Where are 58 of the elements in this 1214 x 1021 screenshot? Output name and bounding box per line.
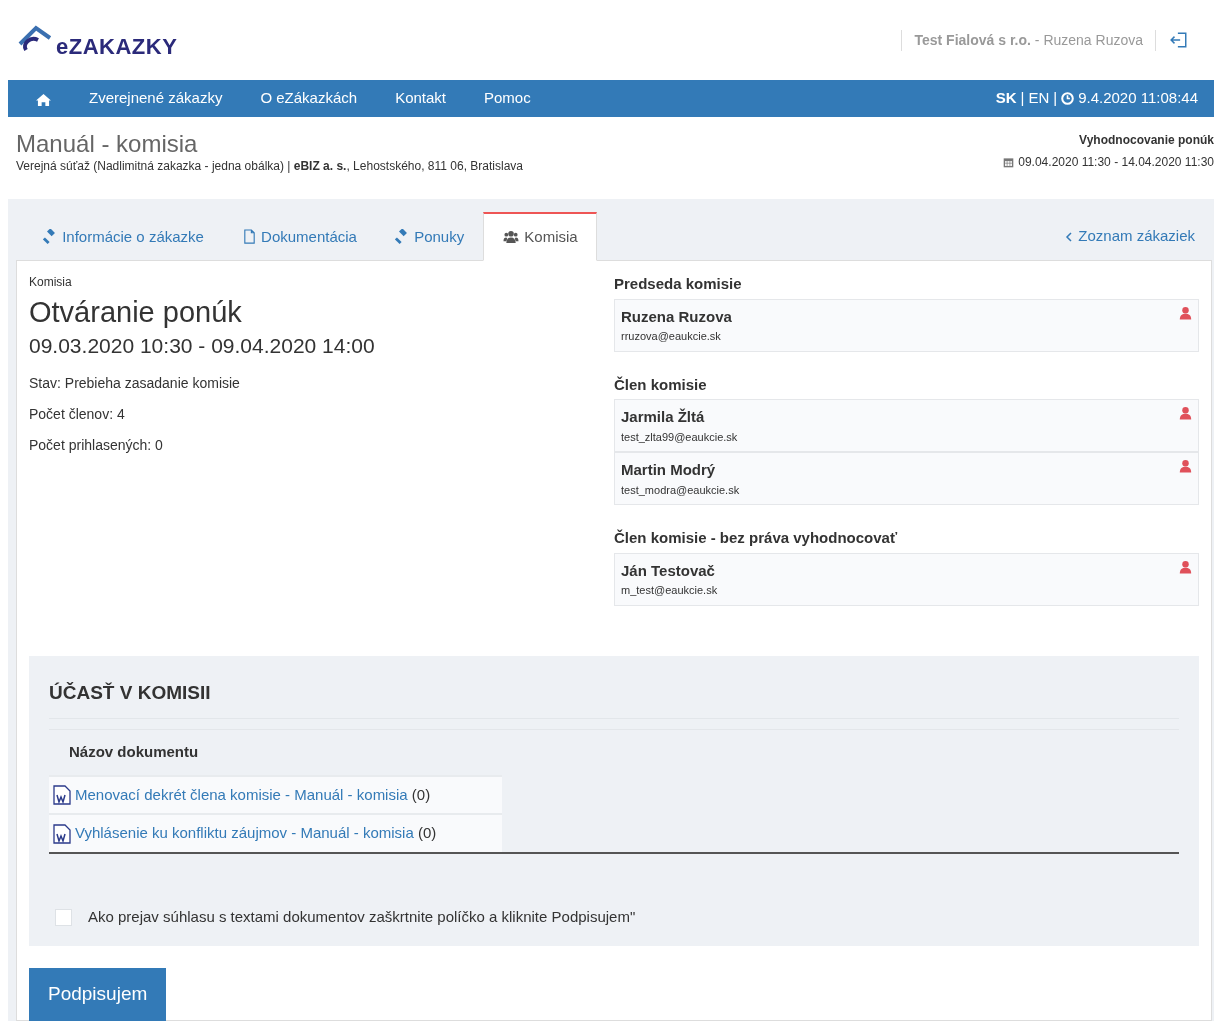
clock-time: 9.4.2020 11:08:44 bbox=[1078, 88, 1198, 109]
logout-icon[interactable] bbox=[1170, 31, 1188, 49]
person-icon bbox=[1179, 406, 1192, 420]
section-caption: Komisia bbox=[29, 274, 73, 291]
document-entry: Vyhlásenie ku konfliktu záujmov - Manuál - komisia (0) bbox=[75, 823, 437, 844]
clock-icon bbox=[1061, 92, 1075, 105]
member-name: Martin Modrý bbox=[621, 460, 716, 480]
session-dates: 09.03.2020 10:30 - 09.04.2020 14:00 bbox=[29, 332, 376, 359]
group-title: Predseda komisie bbox=[614, 274, 743, 294]
chevron-left-icon bbox=[1064, 231, 1075, 242]
calendar-icon bbox=[1003, 156, 1015, 168]
consent-checkbox[interactable] bbox=[55, 908, 72, 926]
file-icon bbox=[241, 228, 257, 244]
person-icon bbox=[1179, 559, 1192, 574]
fact-text: Stav: Prebieha zasadanie komisie bbox=[29, 374, 241, 394]
word-document-icon bbox=[53, 823, 71, 844]
person-icon bbox=[1179, 459, 1192, 473]
tab[interactable]: Dokumentácia bbox=[222, 211, 376, 261]
page-subtitle: Verejná súťaž (Nadlimitná zakazka - jedna obálka) | eBIZ a. s., Lehostského, 811 06, Bratislava bbox=[16, 158, 523, 176]
sign-button[interactable]: Podpisujem bbox=[29, 968, 167, 1021]
nav-link[interactable]: Kontakt bbox=[395, 87, 446, 110]
separator: | bbox=[1053, 88, 1058, 109]
phase-label: Vyhodnocovanie ponúk bbox=[1078, 132, 1214, 149]
group-title: Člen komisie bbox=[614, 374, 708, 395]
fact-text: Počet prihlasených: 0 bbox=[29, 436, 164, 456]
document-link[interactable]: Vyhlásenie ku konfliktu záujmov - Manuál - komisia bbox=[75, 824, 414, 842]
page-title: Manuál - komisia bbox=[16, 131, 199, 158]
fact-text: Počet členov: 4 bbox=[29, 405, 126, 425]
member-email: m_test@eaukcie.sk bbox=[621, 583, 718, 598]
word-document-icon bbox=[53, 785, 71, 806]
tab[interactable]: Informácie o zákazke bbox=[24, 211, 223, 261]
document-entry: Menovací dekrét člena komisie - Manuál - komisia (0) bbox=[75, 784, 431, 805]
section-heading: ÚČASŤ V KOMISII bbox=[49, 681, 1179, 720]
nav-link[interactable]: Zverejnené zákazky bbox=[89, 87, 223, 110]
member-email: rruzova@eaukcie.sk bbox=[621, 329, 721, 344]
member-name: Ján Testovač bbox=[621, 560, 715, 581]
document-link[interactable]: Menovací dekrét člena komisie - Manuál - komisia bbox=[75, 785, 408, 803]
back-link[interactable]: Zoznam zákaziek bbox=[1045, 210, 1214, 260]
nav-link[interactable]: O eZákazkách bbox=[260, 87, 358, 110]
member-name: Jarmila Žltá bbox=[621, 407, 705, 427]
user-info: Test Fialová s r.o. - Ruzena Ruzova bbox=[901, 29, 1156, 51]
users-icon bbox=[502, 228, 521, 244]
member-email: test_modra@eaukcie.sk bbox=[621, 482, 740, 498]
logo-text: eZAKAZKY bbox=[56, 32, 178, 61]
consent-label: Ako prejav súhlasu s textami dokumentov zaškrtnite políčko a kliknite Podpisujem" bbox=[88, 906, 636, 927]
member-email: test_zlta99@eaukcie.sk bbox=[621, 429, 738, 445]
member-name: Ruzena Ruzova bbox=[621, 306, 732, 327]
phase-dates: 09.04.2020 11:30 - 14.04.2020 11:30 bbox=[1018, 154, 1214, 171]
person-icon bbox=[1179, 305, 1192, 320]
group-title: Člen komisie - bez práva vyhodnocovať bbox=[614, 528, 899, 548]
tab[interactable]: Ponuky bbox=[375, 211, 484, 261]
tab[interactable]: Komisia bbox=[483, 211, 597, 261]
column-header: Názov dokumentu bbox=[68, 742, 200, 763]
language-link[interactable]: EN bbox=[1028, 87, 1050, 110]
language-link[interactable]: SK bbox=[995, 87, 1017, 110]
separator: | bbox=[1020, 88, 1025, 109]
nav-link[interactable]: Pomoc bbox=[484, 87, 531, 110]
session-title: Otváranie ponúk bbox=[29, 295, 243, 330]
